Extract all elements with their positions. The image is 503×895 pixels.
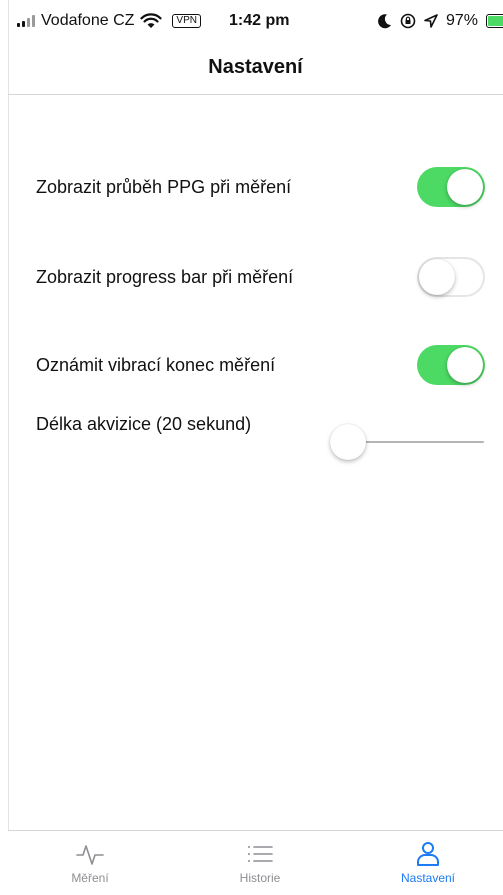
moon-icon	[378, 14, 391, 29]
tab-label-mereni: Měření	[71, 871, 109, 885]
tab-label-historie: Historie	[239, 871, 281, 885]
status-right: 97%	[378, 12, 503, 30]
person-icon	[417, 842, 439, 866]
signal-icon	[17, 15, 35, 27]
vibration-toggle[interactable]	[417, 345, 485, 385]
status-time: 1:42 pm	[229, 12, 290, 29]
list-icon	[248, 846, 273, 862]
battery-fill	[488, 16, 503, 26]
orientation-lock-icon	[400, 13, 416, 29]
tab-label-nastaveni: Nastavení	[400, 871, 456, 885]
setting-row-progress-bar: Zobrazit progress bar při měření	[36, 257, 488, 297]
page-title: Nastavení	[208, 56, 303, 78]
slider-thumb[interactable]	[330, 424, 366, 460]
slider-track	[348, 441, 484, 443]
frame-edge	[8, 0, 9, 894]
location-icon	[424, 14, 438, 28]
toggle-knob	[447, 169, 483, 205]
setting-row-vibration: Oznámit vibrací konec měření	[36, 345, 488, 385]
navigation-bar: Nastavení	[8, 44, 503, 95]
tab-nastaveni[interactable]: Nastavení	[358, 831, 498, 895]
toggle-knob	[419, 259, 455, 295]
status-bar: Vodafone CZ VPN 1:42 pm 97%	[0, 0, 503, 44]
tab-historie[interactable]: Historie	[190, 831, 330, 895]
vpn-badge: VPN	[172, 14, 201, 28]
carrier-name: Vodafone CZ	[41, 12, 135, 29]
toggle-knob	[447, 347, 483, 383]
ppg-toggle[interactable]	[417, 167, 485, 207]
acquisition-length-slider[interactable]	[330, 422, 484, 462]
battery-percent: 97%	[446, 12, 479, 29]
battery-icon	[486, 14, 503, 28]
tab-mereni[interactable]: Měření	[20, 831, 160, 895]
setting-label-progress-bar: Zobrazit progress bar při měření	[36, 267, 294, 287]
setting-label-acquisition: Délka akvizice (20 sekund)	[36, 414, 252, 434]
wifi-icon	[140, 13, 163, 28]
progress-bar-toggle[interactable]	[417, 257, 485, 297]
pulse-icon	[76, 845, 104, 865]
tab-bar: Měření Historie Nastavení	[8, 830, 503, 895]
setting-label-ppg: Zobrazit průběh PPG při měření	[36, 177, 292, 197]
status-left: Vodafone CZ VPN	[17, 12, 201, 30]
setting-label-vibration: Oznámit vibrací konec měření	[36, 355, 276, 375]
setting-row-ppg: Zobrazit průběh PPG při měření	[36, 167, 488, 207]
